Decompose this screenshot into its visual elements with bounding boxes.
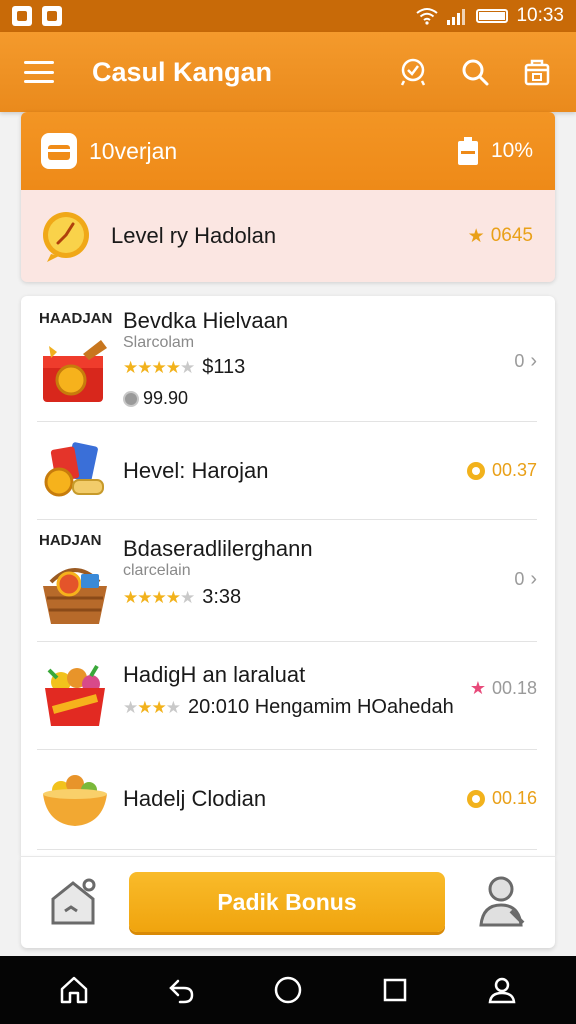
row-count: 0	[514, 569, 525, 589]
row-meta: $113	[202, 356, 246, 378]
bonus-button[interactable]: Padik Bonus	[129, 872, 445, 932]
row-count: 00.18	[491, 678, 537, 698]
offer-list: HAADJAN Bevdka Hielvaan Slarcolam ★★★★★ …	[21, 296, 555, 856]
signal-icon	[447, 9, 466, 25]
shop-icon[interactable]	[522, 57, 552, 87]
photo-notification-icon	[42, 6, 62, 26]
battery-level-icon	[457, 137, 478, 165]
row-subtitle: clarcelain	[123, 562, 191, 579]
gear-coin-icon	[466, 461, 485, 480]
level-row[interactable]: Level ry Hadolan ★ 0645	[21, 190, 555, 282]
menu-icon[interactable]	[24, 61, 54, 83]
status-bar: 10:33	[0, 0, 576, 32]
row-title: Hevel: Harojan	[123, 458, 269, 483]
progress-percent: 10%	[490, 139, 533, 162]
rating-stars: ★★★★★	[123, 587, 195, 607]
fruit-box-image	[45, 664, 105, 726]
row-count: 00.16	[491, 788, 537, 808]
rewards-icon[interactable]	[398, 57, 428, 87]
status-time: 10:33	[516, 5, 564, 26]
recents-icon[interactable]	[380, 975, 410, 1005]
home-icon[interactable]	[59, 975, 89, 1005]
rating-stars: ★★★★	[123, 697, 181, 717]
system-nav-bar	[0, 956, 576, 1024]
list-item[interactable]: Hadelj Clodian 00.16	[37, 750, 537, 850]
list-item[interactable]: HadigH an laraluat ★★★★ 20:010 Hengamim …	[37, 642, 537, 750]
level-label: Level ry Hadolan	[111, 223, 277, 248]
pink-star-icon: ★	[469, 678, 486, 698]
row-title: Bevdka Hielvaan	[123, 308, 289, 333]
row-meta: 3:38	[202, 586, 242, 608]
list-item[interactable]: Hevel: Harojan 00.37	[37, 422, 537, 520]
progress-header[interactable]: 10verjan 10%	[21, 112, 555, 190]
star-icon: ★	[467, 225, 485, 247]
gear-coin-icon	[466, 789, 485, 808]
row-subtitle: Slarcolam	[123, 334, 195, 351]
rating-stars: ★★★★★	[123, 357, 195, 377]
list-item[interactable]: HADJAN Bdaseradlilerghann clarcelain ★★★…	[37, 520, 537, 642]
gift-box-icon	[41, 133, 77, 169]
row-title: Hadelj Clodian	[123, 786, 267, 811]
app-title: Casul Kangan	[92, 56, 273, 87]
notification-icon	[12, 6, 32, 26]
search-icon[interactable]	[460, 57, 490, 87]
circle-home-icon[interactable]	[273, 975, 303, 1005]
cards-coins-image	[44, 442, 104, 497]
list-item[interactable]: HAADJAN Bevdka Hielvaan Slarcolam ★★★★★ …	[37, 296, 537, 422]
row-title: HadigH an laraluat	[123, 662, 306, 687]
wifi-icon	[416, 8, 439, 25]
level-points: 0645	[490, 225, 533, 246]
account-icon[interactable]	[487, 975, 517, 1005]
row-title: Bdaseradlilerghann	[123, 536, 313, 561]
gift-basket-image	[43, 568, 107, 624]
row-count: 0	[514, 351, 525, 371]
battery-icon	[476, 9, 509, 23]
row-count: 00.37	[491, 460, 537, 480]
row-tag: HADJAN	[39, 532, 102, 549]
chevron-right-icon[interactable]: ›	[530, 568, 537, 591]
gift-coin-image	[43, 340, 107, 402]
back-icon[interactable]	[166, 975, 196, 1005]
coin-icon	[123, 390, 139, 407]
home-profile-icon[interactable]	[49, 877, 99, 927]
row-meta: 20:010 Hengamim HOahedah	[187, 696, 454, 718]
row-price: 99.90	[143, 388, 189, 408]
progress-card: 10verjan 10% Level ry Hadolan ★ 0645	[21, 112, 555, 282]
bottom-panel: Padik Bonus	[21, 856, 555, 948]
progress-title: 10verjan	[89, 137, 178, 164]
clock-badge-icon	[43, 212, 89, 262]
chevron-right-icon[interactable]: ›	[530, 350, 537, 373]
row-tag: HAADJAN	[39, 310, 113, 327]
app-bar: Casul Kangan	[0, 32, 576, 112]
user-settings-icon[interactable]	[477, 875, 527, 927]
food-bowl-image	[43, 775, 107, 826]
